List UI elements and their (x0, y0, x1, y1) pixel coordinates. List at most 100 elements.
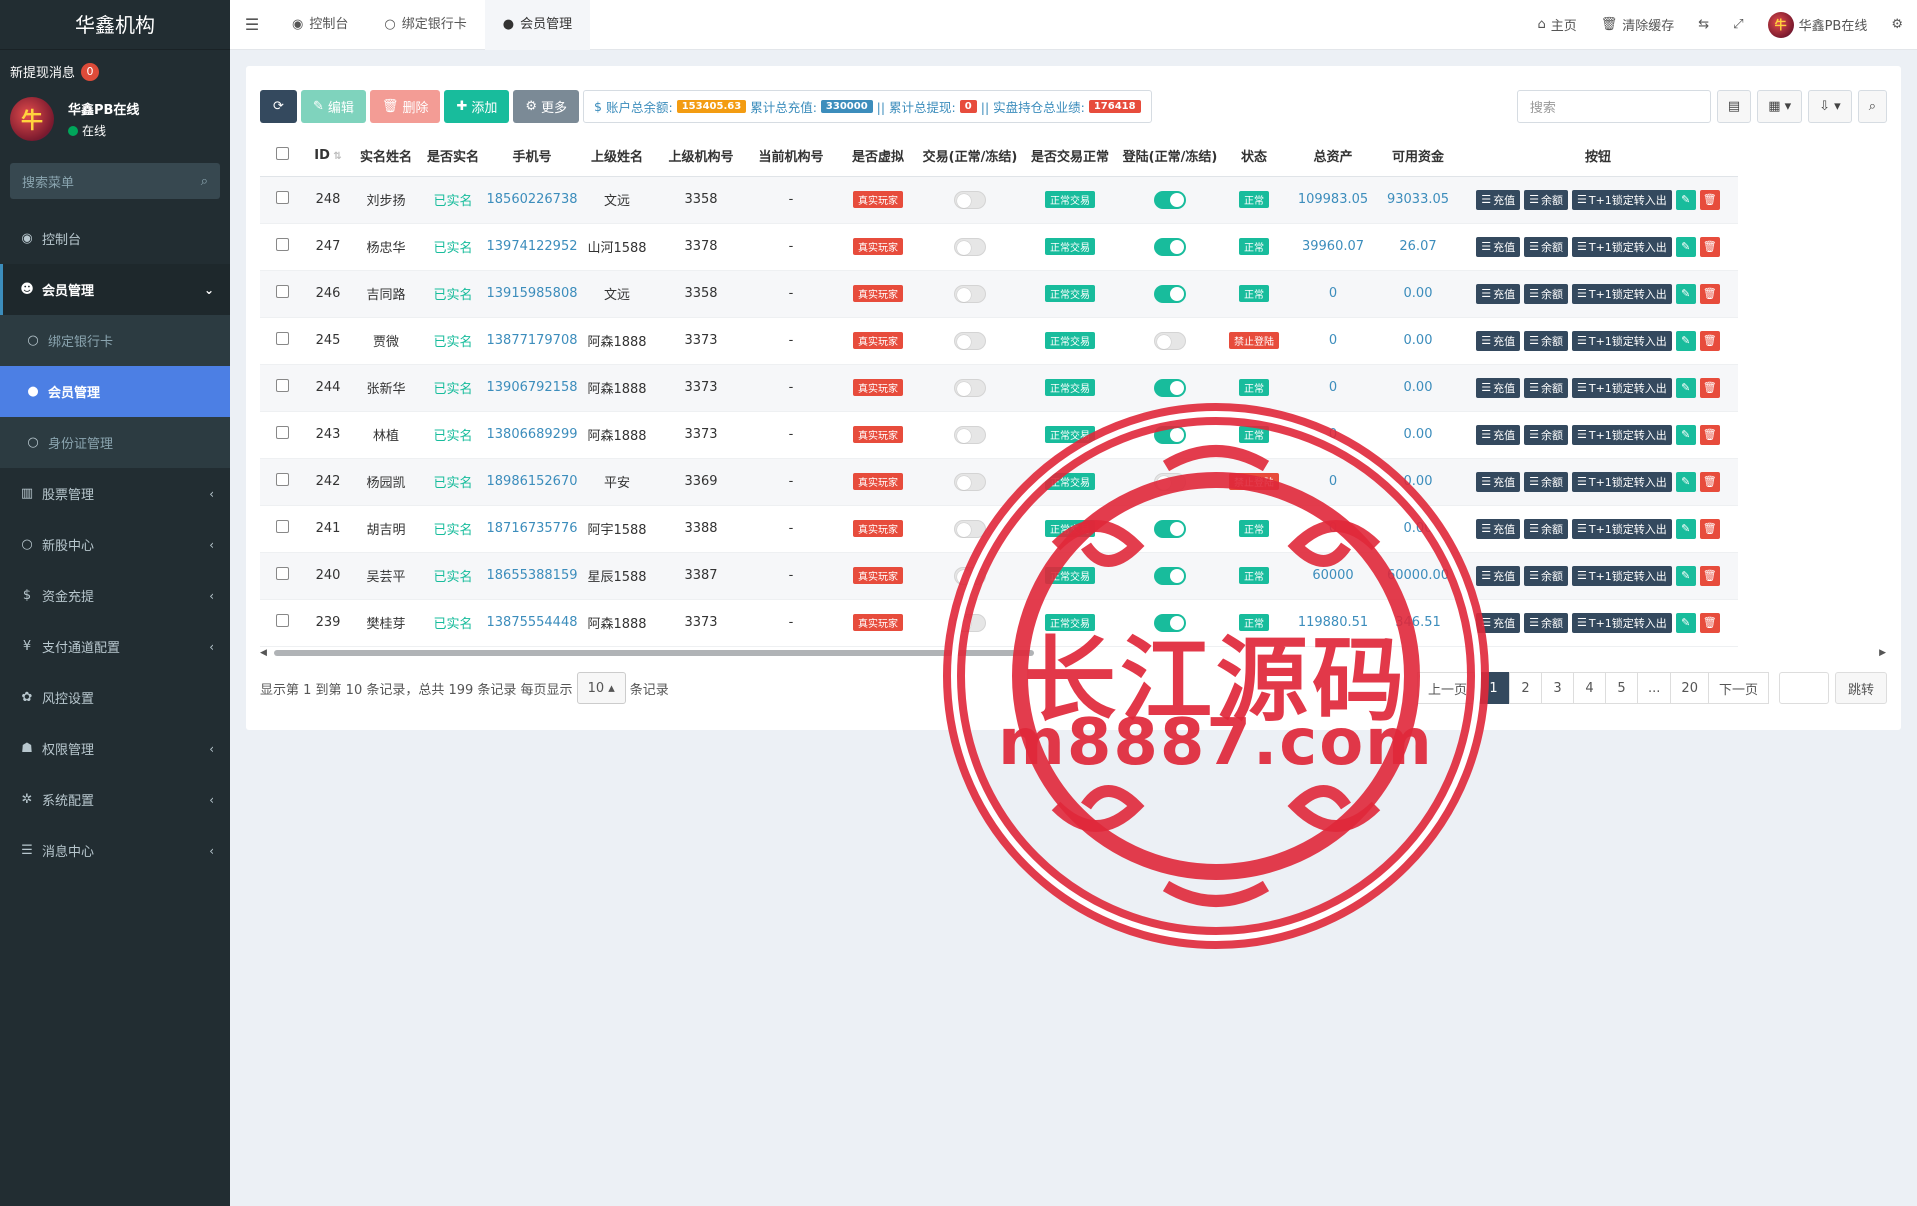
delete-row-button[interactable]: 🗑 (1699, 236, 1720, 257)
refresh-button[interactable]: ⟳ (260, 90, 297, 123)
checkbox[interactable] (275, 147, 289, 161)
checkbox[interactable] (275, 379, 289, 392)
recharge-button[interactable]: ☰ 充值 (1476, 189, 1521, 210)
row-select-cell[interactable] (260, 364, 304, 412)
translate-icon[interactable]: ⇆ (1698, 17, 1709, 32)
columns-button[interactable]: ▦ ▾ (1757, 90, 1803, 123)
recharge-button[interactable]: ☰ 充值 (1476, 377, 1521, 398)
login-toggle[interactable] (1154, 472, 1186, 491)
tab-bank-card[interactable]: ○ 绑定银行卡 (366, 0, 484, 50)
balance-button[interactable]: ☰ 余额 (1524, 189, 1568, 210)
add-button[interactable]: ✚ 添加 (444, 90, 510, 123)
checkbox[interactable] (275, 473, 289, 486)
delete-button[interactable]: 🗑 删除 (369, 90, 441, 123)
row-select-cell[interactable] (260, 552, 304, 600)
login-toggle[interactable] (1154, 566, 1186, 585)
page-button[interactable]: 20 (1670, 672, 1709, 704)
withdraw-notice[interactable]: 新提现消息 0 (0, 50, 230, 87)
login-toggle[interactable] (1154, 331, 1186, 350)
recharge-button[interactable]: ☰ 充值 (1476, 518, 1521, 539)
lock-transfer-button[interactable]: ☰ T+1锁定转入出 (1571, 565, 1672, 586)
search-icon[interactable]: ⌕ (201, 174, 208, 189)
balance-button[interactable]: ☰ 余额 (1524, 377, 1568, 398)
edit-row-button[interactable]: ✎ (1675, 283, 1696, 304)
clear-cache-button[interactable]: 🗑 清除缓存 (1601, 15, 1675, 34)
trade-toggle[interactable] (954, 237, 986, 256)
checkbox[interactable] (275, 332, 289, 345)
recharge-button[interactable]: ☰ 充值 (1476, 612, 1521, 633)
login-toggle[interactable] (1154, 378, 1186, 397)
user-menu[interactable]: 牛华鑫PB在线 (1767, 11, 1867, 38)
balance-button[interactable]: ☰ 余额 (1524, 330, 1568, 351)
toggle-view-button[interactable]: ▤ (1716, 90, 1752, 123)
balance-button[interactable]: ☰ 余额 (1524, 565, 1568, 586)
delete-row-button[interactable]: 🗑 (1699, 330, 1720, 351)
balance-button[interactable]: ☰ 余额 (1524, 236, 1568, 257)
trade-toggle[interactable] (954, 425, 986, 444)
sidebar-item[interactable]: ○ 新股中心 ‹ (0, 519, 230, 570)
delete-row-button[interactable]: 🗑 (1699, 612, 1720, 633)
scroll-thumb[interactable] (274, 650, 1034, 656)
lock-transfer-button[interactable]: ☰ T+1锁定转入出 (1571, 471, 1672, 492)
trade-toggle[interactable] (954, 378, 986, 397)
menu-search-input[interactable]: 搜索菜单 ⌕ (10, 163, 220, 199)
balance-button[interactable]: ☰ 余额 (1524, 471, 1568, 492)
row-select-cell[interactable] (260, 223, 304, 271)
horizontal-scrollbar[interactable]: ◀ ▶ (260, 648, 1886, 658)
scroll-right-icon[interactable]: ▶ (1879, 648, 1886, 658)
checkbox[interactable] (275, 426, 289, 439)
login-toggle[interactable] (1154, 284, 1186, 303)
page-button[interactable]: 3 (1541, 672, 1575, 704)
row-select-cell[interactable] (260, 505, 304, 553)
edit-button[interactable]: ✎ 编辑 (301, 90, 366, 123)
login-toggle[interactable] (1154, 237, 1186, 256)
sidebar-item[interactable]: ☰ 消息中心 ‹ (0, 825, 230, 876)
balance-button[interactable]: ☰ 余额 (1524, 518, 1568, 539)
lock-transfer-button[interactable]: ☰ T+1锁定转入出 (1571, 330, 1672, 351)
page-button[interactable]: 1 (1477, 672, 1511, 704)
page-button[interactable]: 上一页 (1417, 672, 1479, 704)
menu-toggle-icon[interactable]: ☰ (230, 15, 274, 34)
app-logo[interactable]: 华鑫机构 (0, 0, 230, 50)
edit-row-button[interactable]: ✎ (1675, 612, 1696, 633)
column-header[interactable]: ID ⇅ (304, 136, 352, 177)
edit-row-button[interactable]: ✎ (1675, 377, 1696, 398)
more-button[interactable]: ⚙ 更多 (513, 90, 580, 123)
tab-dashboard[interactable]: ◉ 控制台 (274, 0, 366, 50)
recharge-button[interactable]: ☰ 充值 (1476, 330, 1521, 351)
delete-row-button[interactable]: 🗑 (1699, 471, 1720, 492)
checkbox[interactable] (275, 520, 289, 533)
trade-toggle[interactable] (954, 331, 986, 350)
home-link[interactable]: ⌂ 主页 (1537, 15, 1576, 34)
sidebar-item[interactable]: ● 会员管理 (0, 366, 230, 417)
edit-row-button[interactable]: ✎ (1675, 424, 1696, 445)
login-toggle[interactable] (1154, 190, 1186, 209)
delete-row-button[interactable]: 🗑 (1699, 518, 1720, 539)
login-toggle[interactable] (1154, 613, 1186, 632)
page-button[interactable]: 4 (1573, 672, 1607, 704)
recharge-button[interactable]: ☰ 充值 (1476, 424, 1521, 445)
row-select-cell[interactable] (260, 270, 304, 318)
delete-row-button[interactable]: 🗑 (1699, 377, 1720, 398)
sidebar-item[interactable]: ☗ 权限管理 ‹ (0, 723, 230, 774)
table-search-input[interactable]: 搜索 (1516, 90, 1711, 123)
sidebar-item[interactable]: ○ 身份证管理 (0, 417, 230, 468)
row-select-cell[interactable] (260, 317, 304, 365)
row-select-cell[interactable] (260, 176, 304, 224)
row-select-cell[interactable] (260, 599, 304, 647)
checkbox[interactable] (275, 238, 289, 251)
edit-row-button[interactable]: ✎ (1675, 236, 1696, 257)
page-button[interactable]: 2 (1509, 672, 1543, 704)
trade-toggle[interactable] (954, 566, 986, 585)
balance-button[interactable]: ☰ 余额 (1524, 612, 1568, 633)
checkbox[interactable] (275, 614, 289, 627)
page-button[interactable]: 5 (1605, 672, 1639, 704)
recharge-button[interactable]: ☰ 充值 (1476, 283, 1521, 304)
sidebar-item[interactable]: ☻ 会员管理 ⌄ (0, 264, 230, 315)
lock-transfer-button[interactable]: ☰ T+1锁定转入出 (1571, 189, 1672, 210)
trade-toggle[interactable] (954, 472, 986, 491)
sidebar-item[interactable]: ○ 绑定银行卡 (0, 315, 230, 366)
checkbox[interactable] (275, 191, 289, 204)
row-select-cell[interactable] (260, 458, 304, 506)
export-button[interactable]: ⇩ ▾ (1808, 90, 1852, 123)
